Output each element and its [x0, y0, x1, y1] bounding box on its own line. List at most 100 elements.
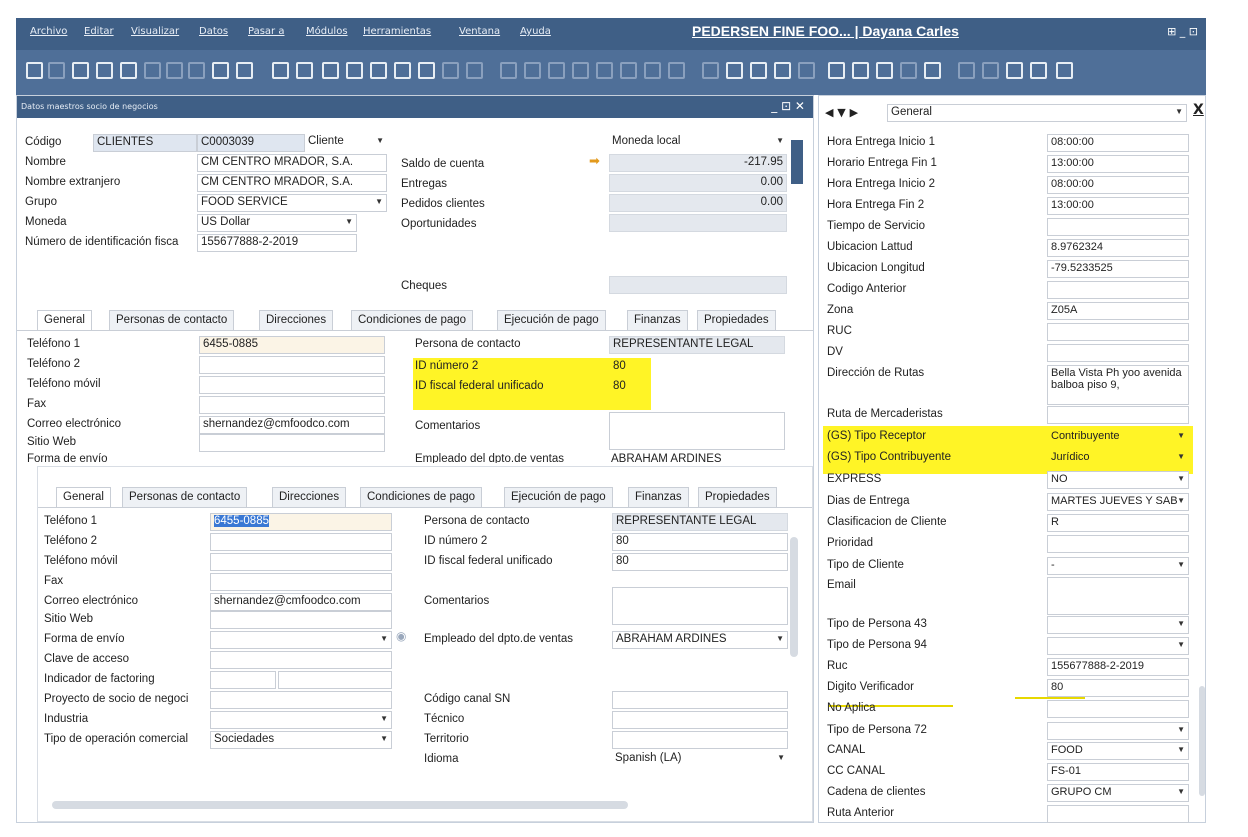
info-icon[interactable]: ◉ [396, 629, 406, 643]
clave-acceso-field[interactable] [210, 651, 392, 669]
codigo-series-select[interactable]: CLIENTES [93, 134, 197, 152]
proyecto-field[interactable] [210, 691, 392, 709]
udf-field[interactable] [1047, 406, 1189, 424]
menu-editar[interactable]: Editar [84, 26, 114, 37]
udf-field[interactable]: -79.5233525 [1047, 260, 1189, 278]
sort-icon[interactable] [466, 62, 483, 79]
telefono2-field[interactable] [210, 533, 392, 551]
toolbar-icon[interactable] [668, 62, 685, 79]
toolbar-icon[interactable] [500, 62, 517, 79]
toolbar-icon[interactable] [188, 62, 205, 79]
udf-field[interactable] [1047, 344, 1189, 362]
export-icon[interactable] [1006, 62, 1023, 79]
comentarios-field[interactable] [612, 587, 788, 625]
telefono1-field[interactable]: 6455-0885 [210, 513, 392, 531]
settings-icon[interactable] [1056, 62, 1073, 79]
toolbar-icon[interactable] [144, 62, 161, 79]
udf-field[interactable] [1047, 700, 1189, 718]
tab-ejecucion-pago[interactable]: Ejecución de pago [504, 487, 613, 507]
nif-field[interactable]: 155677888-2-2019 [197, 234, 357, 252]
vertical-scrollbar[interactable] [1199, 686, 1205, 796]
tab-condiciones-pago[interactable]: Condiciones de pago [360, 487, 483, 507]
udf-field[interactable]: ▼ [1047, 722, 1189, 740]
tab-personas-contacto[interactable]: Personas de contacto [109, 310, 235, 330]
nombre-extranjero-field[interactable]: CM CENTRO MRADOR, S.A. [197, 174, 387, 192]
menu-herramientas[interactable]: Herramientas [363, 26, 431, 37]
telefono1-field[interactable]: 6455-0885 [199, 336, 385, 354]
udf-field[interactable]: ▼ [1047, 637, 1189, 655]
menu-ayuda[interactable]: Ayuda [520, 26, 551, 37]
report-icon[interactable] [774, 62, 791, 79]
toolbar-icon[interactable] [900, 62, 917, 79]
sitio-web-field[interactable] [199, 434, 385, 452]
toolbar-icon[interactable] [166, 62, 183, 79]
territorio-field[interactable] [612, 731, 788, 749]
moneda-select[interactable]: US Dollar ▼ [197, 214, 357, 232]
filter-icon[interactable] [442, 62, 459, 79]
preview-icon[interactable] [96, 62, 113, 79]
tab-propiedades[interactable]: Propiedades [698, 487, 777, 507]
moneda-local-select[interactable]: Moneda local ▼ [609, 134, 787, 152]
menu-archivo[interactable]: Archivo [30, 26, 67, 37]
udf-field[interactable]: MARTES JUEVES Y SAB ▼ [1047, 493, 1189, 511]
toolbar-icon[interactable] [572, 62, 589, 79]
link-arrow-icon[interactable]: ➡ [589, 154, 600, 169]
udf-field[interactable]: R [1047, 514, 1189, 532]
movil-field[interactable] [199, 376, 385, 394]
persona-contacto-field[interactable]: REPRESENTANTE LEGAL [612, 513, 788, 531]
persona-contacto-field[interactable]: REPRESENTANTE LEGAL [609, 336, 785, 354]
tab-condiciones-pago[interactable]: Condiciones de pago [351, 310, 474, 330]
udf-field[interactable]: 13:00:00 [1047, 155, 1189, 173]
toolbar-icon[interactable] [798, 62, 815, 79]
toolbar-icon[interactable] [620, 62, 637, 79]
toolbar-icon[interactable] [48, 62, 65, 79]
nav-arrows[interactable]: ◀ ▼ ▶ [825, 106, 858, 119]
comentarios-field[interactable] [609, 412, 785, 450]
form-icon[interactable] [236, 62, 253, 79]
menu-modulos[interactable]: Módulos [306, 26, 348, 37]
tecnico-field[interactable] [612, 711, 788, 729]
udf-field[interactable]: 08:00:00 [1047, 134, 1189, 152]
edit-icon[interactable] [1030, 62, 1047, 79]
udf-field[interactable]: 80 [1047, 679, 1189, 697]
movil-field[interactable] [210, 553, 392, 571]
print-icon[interactable] [72, 62, 89, 79]
forma-envio-select[interactable]: ▼ [210, 631, 392, 649]
window-controls[interactable]: ⊞ _ ⊡ [1167, 25, 1198, 38]
move-icon[interactable] [212, 62, 229, 79]
toolbar-icon[interactable] [596, 62, 613, 79]
last-record-icon[interactable] [394, 62, 411, 79]
layout-icon[interactable] [828, 62, 845, 79]
search-icon[interactable] [26, 62, 43, 79]
refresh-icon[interactable] [418, 62, 435, 79]
find-icon[interactable] [272, 62, 289, 79]
udf-field[interactable]: - ▼ [1047, 557, 1189, 575]
menu-ventana[interactable]: Ventana [459, 26, 500, 37]
id-numero-2-field[interactable]: 80 [612, 533, 788, 551]
next-record-icon[interactable] [370, 62, 387, 79]
users-icon[interactable] [924, 62, 941, 79]
codigo-field[interactable]: C0003039 [197, 134, 305, 152]
partner-type-select[interactable]: Cliente ▼ [305, 134, 387, 152]
udf-field[interactable]: ▼ [1047, 616, 1189, 634]
idioma-select[interactable]: Spanish (LA) ▼ [612, 751, 788, 769]
tab-ejecucion-pago[interactable]: Ejecución de pago [497, 310, 606, 330]
tab-direcciones[interactable]: Direcciones [259, 310, 334, 330]
menu-visualizar[interactable]: Visualizar [131, 26, 179, 37]
toolbar-icon[interactable] [524, 62, 541, 79]
udf-field[interactable]: Jurídico ▼ [1047, 449, 1189, 467]
tab-general[interactable]: General [56, 487, 111, 507]
udf-field[interactable] [1047, 535, 1189, 553]
menu-datos[interactable]: Datos [199, 26, 228, 37]
grid-icon[interactable] [876, 62, 893, 79]
udf-field[interactable]: FOOD ▼ [1047, 742, 1189, 760]
email-icon[interactable] [120, 62, 137, 79]
udf-field[interactable] [1047, 323, 1189, 341]
id-numero-2-field[interactable]: 80 [609, 358, 785, 376]
canal-sn-field[interactable] [612, 691, 788, 709]
toolbar-icon[interactable] [702, 62, 719, 79]
tab-personas-contacto[interactable]: Personas de contacto [122, 487, 248, 507]
add-icon[interactable] [296, 62, 313, 79]
grupo-select[interactable]: FOOD SERVICE ▼ [197, 194, 387, 212]
menu-pasar-a[interactable]: Pasar a [248, 26, 284, 37]
